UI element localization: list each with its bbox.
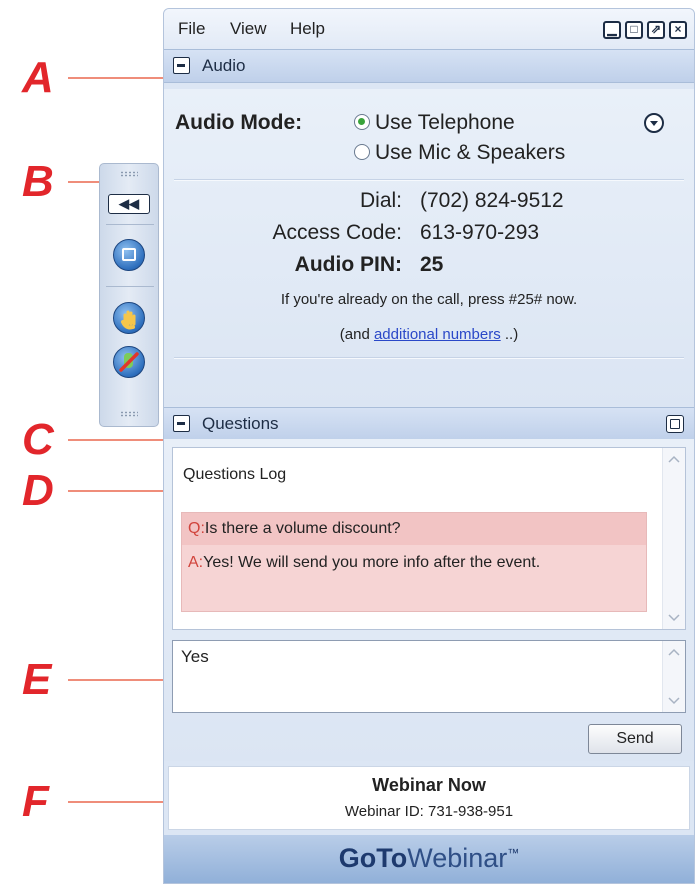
callout-a-line (68, 77, 164, 79)
popout-button[interactable]: ⇗ (647, 21, 665, 39)
additional-numbers-suffix: ..) (500, 326, 519, 343)
brand-bar: GoToWebinar™ (164, 835, 694, 883)
maximize-button[interactable]: □ (625, 21, 643, 39)
floating-toolbar: ◀◀ (99, 163, 159, 427)
additional-numbers-link[interactable]: additional numbers (374, 326, 501, 343)
webinar-id: Webinar ID: 731-938-951 (344, 803, 514, 820)
mute-icon (119, 352, 139, 372)
menu-bar: File View Help ▁ □ ⇗ × (164, 9, 694, 50)
callout-a: A (22, 53, 54, 102)
collapse-audio-icon[interactable] (173, 57, 190, 74)
question-row: Q:Is there a volume discount? (182, 513, 646, 545)
dial-label: Dial: (359, 189, 402, 212)
webinar-info-box: Webinar Now Webinar ID: 731-938-951 (168, 766, 690, 830)
answer-row: A:Yes! We will send you more info after … (188, 551, 638, 575)
scroll-down-icon[interactable] (668, 613, 680, 623)
answer-prefix: A: (188, 554, 204, 571)
toolbar-divider (106, 224, 154, 225)
answer-text: Yes! We will send you more info after th… (203, 554, 541, 571)
questions-panel-header[interactable]: Questions (164, 407, 694, 441)
menu-help[interactable]: Help (290, 19, 325, 39)
screen-icon (122, 248, 136, 261)
additional-numbers-note: (and additional numbers ..) (164, 326, 694, 343)
audio-mode-label: Audio Mode: (175, 111, 303, 134)
audio-pin-value: 25 (420, 253, 444, 276)
audio-divider-top (174, 179, 684, 181)
radio-selected-icon[interactable] (354, 114, 370, 130)
radio-use-mic-speakers-label: Use Mic & Speakers (375, 141, 566, 164)
callout-d: D (22, 466, 54, 515)
mute-button[interactable] (113, 346, 145, 378)
question-text: Is there a volume discount? (204, 520, 401, 537)
radio-unselected-icon[interactable] (354, 144, 370, 160)
logo-webinar: Webinar (407, 843, 508, 873)
radio-use-telephone-label: Use Telephone (375, 111, 515, 134)
collapse-questions-icon[interactable] (173, 415, 190, 432)
popout-questions-icon[interactable] (666, 415, 684, 433)
question-input[interactable]: Yes (172, 640, 686, 713)
audio-pin-label: Audio PIN: (294, 253, 402, 276)
toolbar-top-grip[interactable] (120, 171, 138, 177)
dial-number: (702) 824-9512 (420, 189, 564, 212)
close-button[interactable]: × (669, 21, 687, 39)
collapse-toolbar-button[interactable]: ◀◀ (108, 194, 150, 214)
questions-log-title: Questions Log (183, 466, 287, 483)
logo-tm: ™ (507, 846, 520, 860)
raise-hand-icon (121, 310, 136, 330)
audio-divider-bottom (174, 357, 684, 359)
callout-e: E (22, 655, 52, 704)
audio-panel-title: Audio (202, 56, 246, 75)
toolbar-bottom-grip[interactable] (120, 411, 138, 417)
menu-file[interactable]: File (178, 19, 205, 39)
callout-b: B (22, 157, 54, 206)
callout-f: F (22, 777, 49, 826)
question-prefix: Q: (188, 520, 205, 537)
access-code-label: Access Code: (272, 221, 402, 244)
raise-hand-button[interactable] (113, 302, 145, 334)
logo-goto: GoTo (338, 843, 408, 873)
toolbar-divider (106, 286, 154, 287)
scroll-up-icon[interactable] (668, 454, 680, 464)
questions-panel-body: Questions Log Q:Is there a volume discou… (164, 439, 694, 761)
scroll-up-icon[interactable] (668, 647, 680, 657)
send-button[interactable]: Send (588, 724, 682, 754)
audio-options-dropdown-icon[interactable] (644, 113, 664, 133)
webinar-title: Webinar Now (372, 775, 486, 795)
already-on-call-note: If you're already on the call, press #25… (280, 291, 578, 308)
questions-panel-title: Questions (202, 414, 279, 433)
show-screen-button[interactable] (113, 239, 145, 271)
menu-view[interactable]: View (230, 19, 267, 39)
questions-log-scrollbar[interactable] (662, 448, 685, 629)
audio-panel-body: Audio Mode: Use Telephone Use Mic & Spea… (164, 89, 694, 406)
scroll-down-icon[interactable] (668, 696, 680, 706)
questions-log: Questions Log Q:Is there a volume discou… (172, 447, 686, 630)
qa-entry[interactable]: Q:Is there a volume discount? A:Yes! We … (181, 512, 647, 612)
gotowebinar-logo: GoToWebinar™ (164, 843, 694, 874)
audio-panel-header[interactable]: Audio (164, 49, 694, 83)
additional-numbers-prefix: (and (339, 326, 374, 343)
callout-b-line (68, 181, 100, 183)
callout-c: C (22, 415, 54, 464)
question-input-scrollbar[interactable] (662, 641, 685, 712)
access-code-value: 613-970-293 (420, 221, 540, 244)
gotowebinar-control-panel: File View Help ▁ □ ⇗ × Audio Audio Mode:… (163, 8, 695, 884)
question-input-text[interactable]: Yes (181, 647, 209, 667)
minimize-button[interactable]: ▁ (603, 21, 621, 39)
